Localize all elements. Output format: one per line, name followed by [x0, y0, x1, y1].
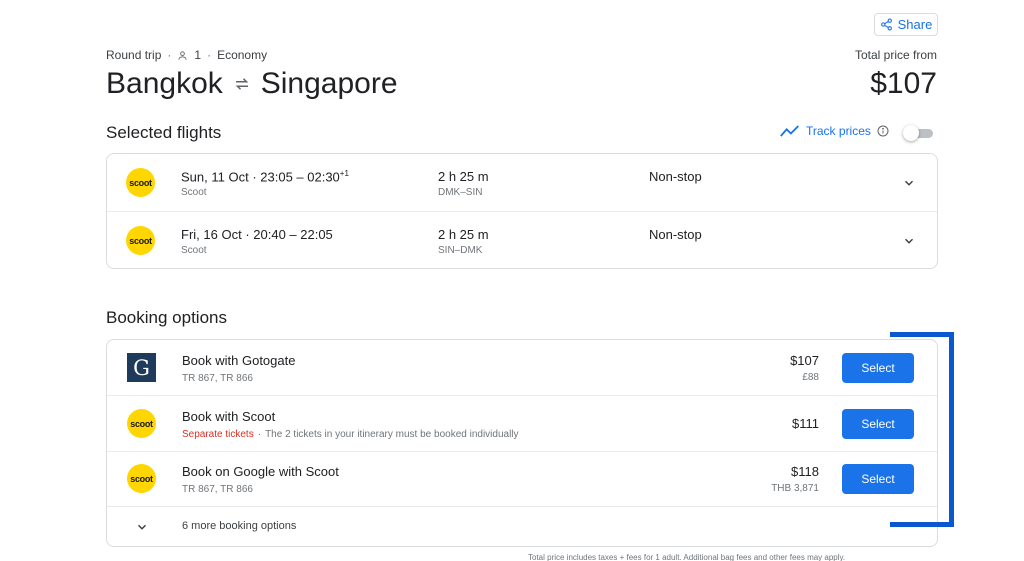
share-icon	[880, 18, 892, 31]
booking-options-heading: Booking options	[106, 308, 227, 327]
booking-provider-name: Book with Gotogate	[182, 353, 296, 368]
flight-duration: 2 h 25 m	[438, 169, 489, 184]
flight-airline: Scoot	[181, 245, 207, 256]
chevron-down-icon[interactable]	[902, 176, 916, 190]
booking-price: $107	[790, 353, 819, 368]
track-prices-toggle[interactable]	[903, 125, 935, 141]
flight-stops: Non-stop	[649, 169, 702, 184]
booking-option-row: scoot Book with Scoot Separate tickets · T…	[107, 396, 937, 452]
trip-type: Round trip	[106, 48, 162, 62]
destination-city: Singapore	[260, 67, 398, 100]
track-prices-label: Track prices	[806, 124, 871, 138]
flight-row[interactable]: scoot Sun, 11 Oct · 23:05 – 02:30+1 Scoo…	[107, 154, 937, 211]
scoot-logo: scoot	[126, 226, 155, 255]
booking-note-text: The 2 tickets in your itinerary must be …	[265, 429, 519, 440]
booking-note: Separate tickets · The 2 tickets in your i…	[182, 429, 519, 440]
scoot-logo: scoot	[126, 168, 155, 197]
info-icon[interactable]	[877, 125, 889, 137]
selected-flights-heading: Selected flights	[106, 123, 222, 142]
flight-date: Sun, 11 Oct	[181, 169, 249, 185]
separate-tickets-warning: Separate tickets	[182, 429, 254, 440]
flight-airports: DMK–SIN	[438, 187, 483, 198]
flight-row[interactable]: scoot Fri, 16 Oct · 20:40 – 22:05 Scoot …	[107, 211, 937, 268]
origin-city: Bangkok	[106, 67, 223, 100]
route-title: Bangkok Singapore	[106, 64, 398, 104]
chevron-down-icon[interactable]	[902, 234, 916, 248]
booking-options-card: G Book with Gotogate TR 867, TR 866 $107…	[106, 339, 938, 547]
day-offset: +1	[339, 169, 349, 178]
flight-times: Sun, 11 Oct · 23:05 – 02:30+1	[181, 169, 349, 185]
flight-airline: Scoot	[181, 187, 207, 198]
price-footnote: Total price includes taxes + fees for 1 …	[528, 553, 846, 561]
trip-meta: Round trip · 1 · Economy	[106, 48, 268, 62]
cabin-class: Economy	[217, 48, 268, 62]
booking-alt-price: THB 3,871	[771, 483, 819, 494]
more-booking-options-label: 6 more booking options	[182, 520, 297, 532]
booking-alt-price: £88	[802, 372, 819, 383]
scoot-logo: scoot	[127, 409, 156, 438]
person-icon	[178, 50, 187, 60]
more-booking-options[interactable]: 6 more booking options	[107, 507, 937, 547]
flight-airports: SIN–DMK	[438, 245, 483, 256]
total-price-label: Total price from	[854, 48, 937, 62]
total-price: $107	[870, 67, 937, 100]
swap-arrows-icon	[235, 78, 249, 90]
booking-provider-name: Book on Google with Scoot	[182, 464, 339, 479]
share-button[interactable]: Share	[874, 13, 938, 36]
gotogate-logo: G	[127, 353, 156, 382]
scoot-logo: scoot	[127, 464, 156, 493]
passenger-count: 1	[194, 48, 202, 62]
flight-time-range: 20:40 – 22:05	[253, 227, 333, 242]
booking-flight-numbers: TR 867, TR 866	[182, 484, 253, 495]
flight-duration: 2 h 25 m	[438, 227, 489, 242]
chevron-down-icon	[137, 524, 147, 530]
flight-times: Fri, 16 Oct · 20:40 – 22:05	[181, 227, 333, 242]
highlight-bracket	[890, 332, 954, 527]
share-label: Share	[897, 17, 933, 32]
booking-option-row: G Book with Gotogate TR 867, TR 866 $107…	[107, 340, 937, 396]
flight-stops: Non-stop	[649, 227, 702, 242]
flight-date: Fri, 16 Oct	[181, 227, 242, 242]
track-prices-link[interactable]: Track prices	[780, 124, 889, 138]
booking-flight-numbers: TR 867, TR 866	[182, 373, 253, 384]
booking-provider-name: Book with Scoot	[182, 409, 276, 424]
trending-up-icon	[780, 125, 799, 137]
booking-price: $111	[792, 416, 819, 431]
booking-option-row: scoot Book on Google with Scoot TR 867, …	[107, 451, 937, 507]
booking-price: $118	[791, 464, 819, 479]
selected-flights-card: scoot Sun, 11 Oct · 23:05 – 02:30+1 Scoo…	[106, 153, 938, 269]
flight-time-range: 23:05 – 02:30	[260, 169, 340, 185]
